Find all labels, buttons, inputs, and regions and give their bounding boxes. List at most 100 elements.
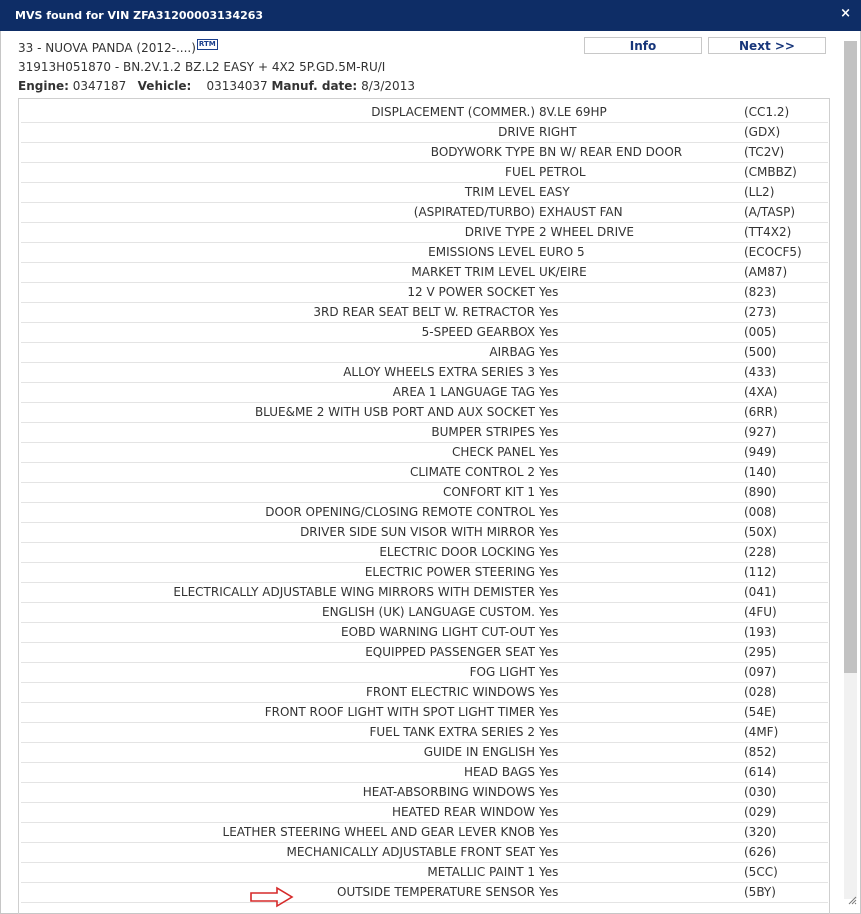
row-value: Yes (539, 383, 743, 403)
row-value: Yes (539, 443, 743, 463)
row-name: HEAD BAGS (21, 763, 539, 783)
row-value: Yes (539, 823, 743, 843)
row-code: (140) (743, 463, 828, 483)
row-value: Yes (539, 683, 743, 703)
engine-label: Engine: (18, 79, 69, 93)
resize-grip-icon[interactable] (847, 895, 857, 905)
row-code: (AM87) (743, 263, 828, 283)
table-row: DRIVE RIGHT (GDX) (21, 123, 828, 143)
row-name: 3RD REAR SEAT BELT W. RETRACTOR (21, 303, 539, 323)
row-name: CLIMATE CONTROL 2 (21, 463, 539, 483)
scrollbar-thumb[interactable] (844, 41, 857, 673)
table-row: MECHANICALLY ADJUSTABLE FRONT SEAT Yes (62… (21, 843, 828, 863)
table-row: DRIVE TYPE 2 WHEEL DRIVE (TT4X2) (21, 223, 828, 243)
vehicle-label: Vehicle: (137, 79, 192, 93)
row-name: DRIVE TYPE (21, 223, 539, 243)
table-row: EMISSIONS LEVEL EURO 5 (ECOCF5) (21, 243, 828, 263)
table-row: ALLOY WHEELS EXTRA SERIES 3 Yes (433) (21, 363, 828, 383)
row-code: (TT4X2) (743, 223, 828, 243)
row-value: Yes (539, 523, 743, 543)
row-value: Yes (539, 603, 743, 623)
right-arrow-icon (250, 886, 294, 908)
row-code: (949) (743, 443, 828, 463)
row-name: DRIVER SIDE SUN VISOR WITH MIRROR (21, 523, 539, 543)
row-name: TRIM LEVEL (21, 183, 539, 203)
row-code: (500) (743, 343, 828, 363)
row-code: (228) (743, 543, 828, 563)
row-code: (193) (743, 623, 828, 643)
table-row: ELECTRICALLY ADJUSTABLE WING MIRRORS WIT… (21, 583, 828, 603)
row-name: ELECTRICALLY ADJUSTABLE WING MIRRORS WIT… (21, 583, 539, 603)
row-code: (CC1.2) (743, 103, 828, 123)
row-code: (5BY) (743, 883, 828, 903)
row-name: 5-SPEED GEARBOX (21, 323, 539, 343)
row-value: Yes (539, 543, 743, 563)
row-value: Yes (539, 723, 743, 743)
row-value: Yes (539, 423, 743, 443)
row-name: (ASPIRATED/TURBO) (21, 203, 539, 223)
row-value: EXHAUST FAN (539, 203, 743, 223)
row-code: (927) (743, 423, 828, 443)
row-code: (LL2) (743, 183, 828, 203)
row-code: (4XA) (743, 383, 828, 403)
row-value: PETROL (539, 163, 743, 183)
row-value: Yes (539, 463, 743, 483)
close-icon[interactable]: × (840, 7, 851, 21)
row-code: (097) (743, 663, 828, 683)
row-name: MARKET TRIM LEVEL (21, 263, 539, 283)
next-button[interactable]: Next >> (708, 37, 826, 54)
table-row: FOG LIGHT Yes (097) (21, 663, 828, 683)
table-row: HEATED REAR WINDOW Yes (029) (21, 803, 828, 823)
table-row: DISPLACEMENT (COMMER.) 8V.LE 69HP (CC1.2) (21, 103, 828, 123)
row-value: BN W/ REAR END DOOR (539, 143, 743, 163)
row-value: Yes (539, 763, 743, 783)
row-name: AREA 1 LANGUAGE TAG (21, 383, 539, 403)
row-value: UK/EIRE (539, 263, 743, 283)
table-row: (ASPIRATED/TURBO) EXHAUST FAN (A/TASP) (21, 203, 828, 223)
row-code: (008) (743, 503, 828, 523)
row-code: (823) (743, 283, 828, 303)
table-row: GUIDE IN ENGLISH Yes (852) (21, 743, 828, 763)
table-row: ENGLISH (UK) LANGUAGE CUSTOM. Yes (4FU) (21, 603, 828, 623)
row-value: EURO 5 (539, 243, 743, 263)
row-name: METALLIC PAINT 1 (21, 863, 539, 883)
row-code: (030) (743, 783, 828, 803)
row-value: RIGHT (539, 123, 743, 143)
mvs-table-container[interactable]: DISPLACEMENT (COMMER.) 8V.LE 69HP (CC1.2) D… (18, 98, 830, 914)
row-code: (029) (743, 803, 828, 823)
row-name: ALLOY WHEELS EXTRA SERIES 3 (21, 363, 539, 383)
row-code: (112) (743, 563, 828, 583)
row-value: Yes (539, 343, 743, 363)
row-name: FUEL TANK EXTRA SERIES 2 (21, 723, 539, 743)
row-name: EOBD WARNING LIGHT CUT-OUT (21, 623, 539, 643)
row-value: Yes (539, 883, 743, 903)
table-row: FRONT ROOF LIGHT WITH SPOT LIGHT TIMER Ye… (21, 703, 828, 723)
row-value: Yes (539, 323, 743, 343)
row-name: AIRBAG (21, 343, 539, 363)
row-value: Yes (539, 583, 743, 603)
row-code: (4MF) (743, 723, 828, 743)
row-name: ELECTRIC DOOR LOCKING (21, 543, 539, 563)
table-row: BUMPER STRIPES Yes (927) (21, 423, 828, 443)
table-row: FUEL TANK EXTRA SERIES 2 Yes (4MF) (21, 723, 828, 743)
row-code: (626) (743, 843, 828, 863)
table-row: CONFORT KIT 1 Yes (890) (21, 483, 828, 503)
row-code: (614) (743, 763, 828, 783)
row-code: (GDX) (743, 123, 828, 143)
row-name: FUEL (21, 163, 539, 183)
row-name: HEAT-ABSORBING WINDOWS (21, 783, 539, 803)
table-row: EQUIPPED PASSENGER SEAT Yes (295) (21, 643, 828, 663)
rtm-badge[interactable]: RTM (196, 39, 218, 50)
row-name: FRONT ROOF LIGHT WITH SPOT LIGHT TIMER (21, 703, 539, 723)
table-row: AREA 1 LANGUAGE TAG Yes (4XA) (21, 383, 828, 403)
info-button[interactable]: Info (584, 37, 702, 54)
row-name: FOG LIGHT (21, 663, 539, 683)
table-row: DOOR OPENING/CLOSING REMOTE CONTROL Yes (0… (21, 503, 828, 523)
row-name: GUIDE IN ENGLISH (21, 743, 539, 763)
row-name: EQUIPPED PASSENGER SEAT (21, 643, 539, 663)
row-code: (50X) (743, 523, 828, 543)
row-value: Yes (539, 283, 743, 303)
table-row: AIRBAG Yes (500) (21, 343, 828, 363)
row-value: Yes (539, 843, 743, 863)
model-line: 33 - NUOVA PANDA (2012-....) RTM (18, 39, 218, 55)
